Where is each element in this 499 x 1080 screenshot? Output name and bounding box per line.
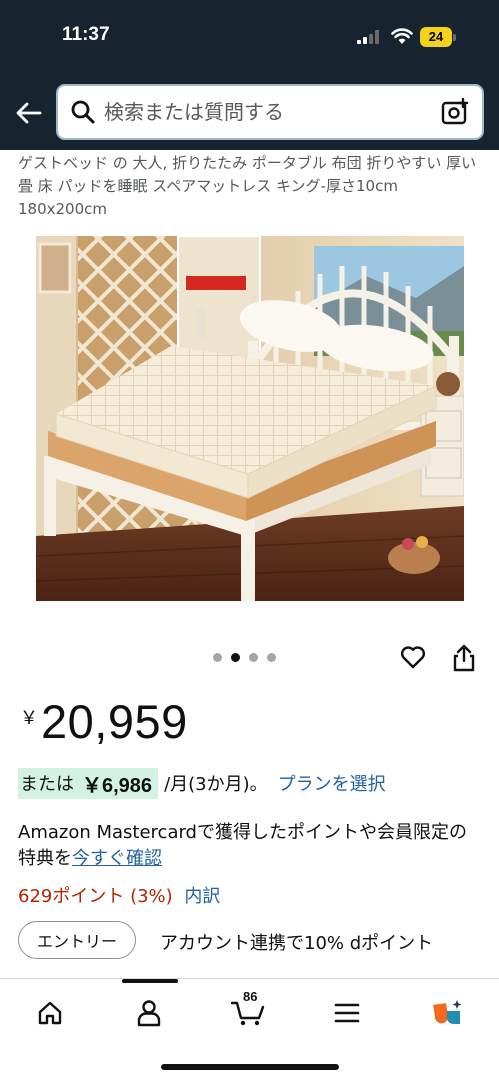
- nav-account[interactable]: [127, 993, 171, 1033]
- battery-icon: 24: [420, 27, 456, 47]
- installment-highlight: または ￥6,986: [18, 767, 159, 799]
- search-input[interactable]: [104, 86, 434, 138]
- share-icon[interactable]: [451, 643, 477, 673]
- menu-icon: [334, 1003, 360, 1023]
- battery-level: 24: [420, 27, 452, 47]
- wishlist-heart-icon[interactable]: [399, 643, 427, 671]
- nav-home[interactable]: [28, 993, 72, 1033]
- installment-period: /月(3か月)。: [164, 774, 268, 795]
- pager-dot-active[interactable]: [231, 653, 240, 662]
- installment-prefix: または: [20, 774, 74, 795]
- nav-menu[interactable]: [325, 993, 369, 1033]
- entry-description: アカウント連携で10% dポイント: [160, 933, 434, 954]
- home-icon: [38, 1001, 62, 1025]
- pager-dot[interactable]: [249, 653, 258, 662]
- points-row: 629ポイント (3%) 内訳: [18, 882, 220, 908]
- status-time: 11:37: [62, 24, 110, 45]
- installment-row: または ￥6,986 /月(3か月)。 プランを選択: [18, 767, 386, 799]
- currency-symbol: ￥: [20, 708, 38, 729]
- select-plan-link[interactable]: プランを選択: [278, 770, 386, 796]
- product-title[interactable]: ゲストベッド の 大人, 折りたたみ ポータブル 布団 折りやすい 厚い 畳 床…: [18, 152, 484, 221]
- search-icon: [71, 100, 95, 124]
- cart-count-badge: 86: [243, 989, 258, 1004]
- points-breakdown-link[interactable]: 内訳: [184, 886, 220, 907]
- pager-dot[interactable]: [267, 653, 276, 662]
- entry-button[interactable]: エントリー: [18, 921, 136, 959]
- back-button[interactable]: [14, 96, 44, 130]
- search-bar[interactable]: [56, 84, 484, 140]
- mastercard-promo: Amazon Mastercardで獲得したポイントや会員限定の特典を今すぐ確認: [18, 820, 484, 872]
- back-arrow-icon: [16, 102, 42, 124]
- camera-search-icon[interactable]: [441, 98, 469, 126]
- pager-dot[interactable]: [213, 653, 222, 662]
- price: ￥ 20,959: [20, 694, 188, 749]
- image-pager-dots[interactable]: [213, 653, 276, 662]
- nav-rufus[interactable]: [426, 993, 470, 1033]
- nav-active-indicator: [122, 979, 178, 983]
- rufus-assistant-icon: [433, 1000, 462, 1024]
- check-now-link[interactable]: 今すぐ確認: [72, 848, 162, 869]
- product-image[interactable]: [36, 236, 464, 601]
- installment-amount: ￥6,986: [82, 774, 153, 797]
- price-amount: 20,959: [41, 695, 188, 748]
- home-indicator: [161, 1064, 339, 1070]
- cellular-signal-icon: [357, 30, 379, 44]
- points-value: 629ポイント (3%): [18, 886, 173, 907]
- top-bar: 11:37 24: [0, 0, 499, 150]
- wifi-icon: [391, 28, 413, 44]
- account-icon: [137, 1000, 161, 1027]
